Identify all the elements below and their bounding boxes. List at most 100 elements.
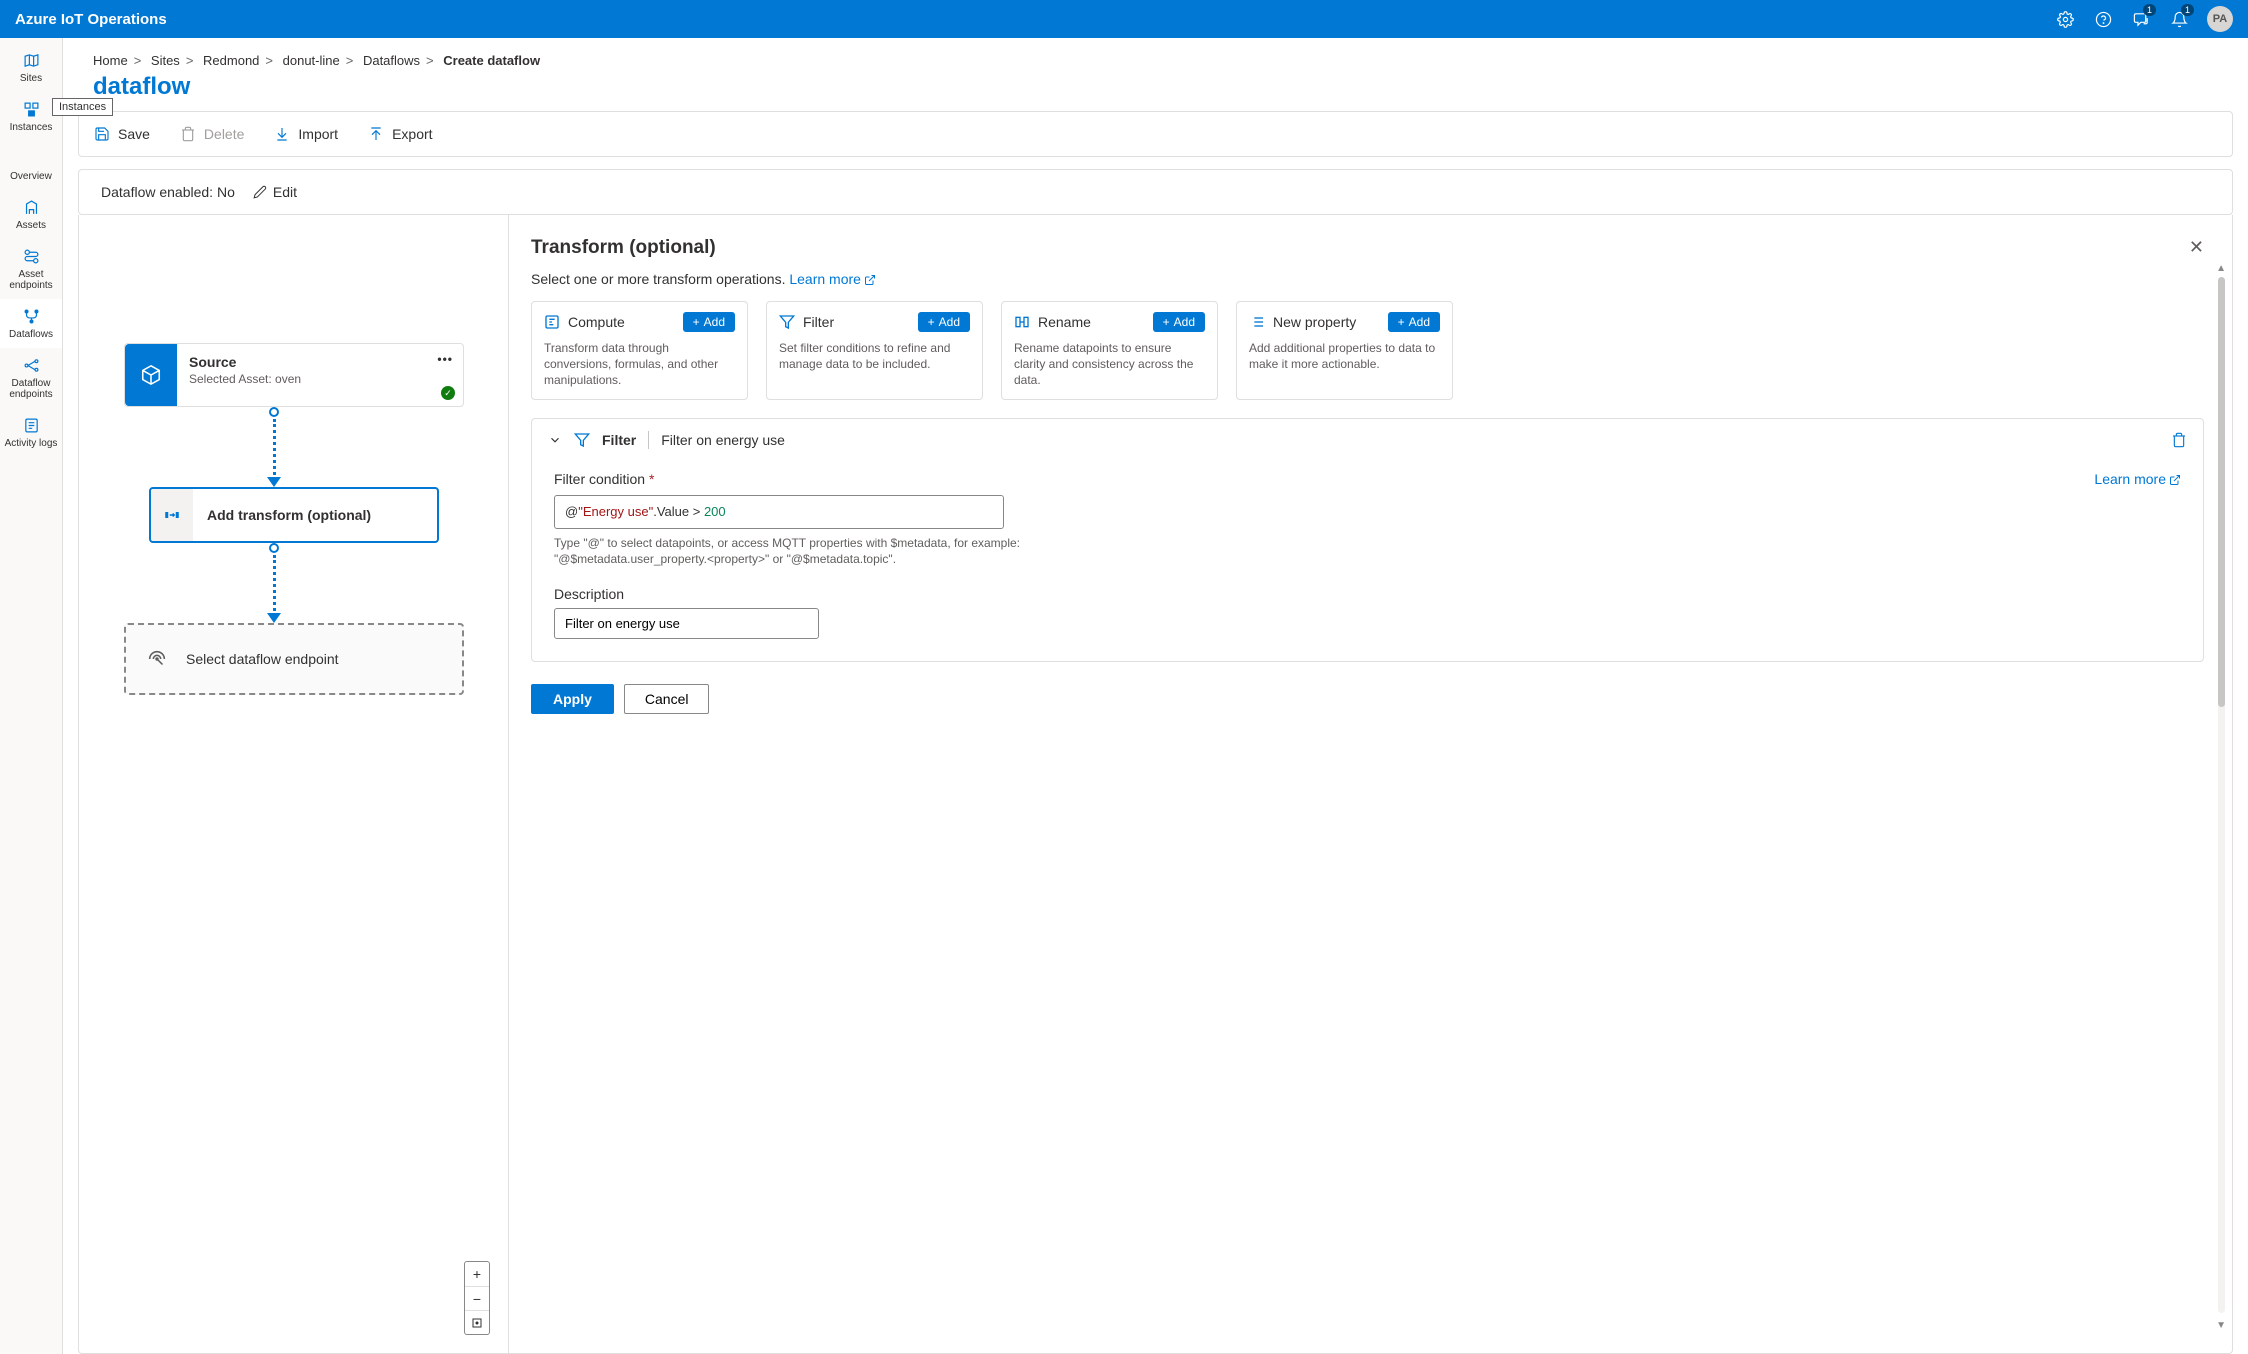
source-node-menu[interactable]: ••• xyxy=(437,352,453,366)
source-icon-box xyxy=(125,344,177,406)
avatar[interactable]: PA xyxy=(2207,6,2233,32)
dataflow-endpoint-icon xyxy=(22,356,40,374)
compute-add-button[interactable]: + Add xyxy=(683,312,735,332)
newprop-add-button[interactable]: + Add xyxy=(1388,312,1440,332)
canvas-pane: Source Selected Asset: oven ••• ✓ Add tr… xyxy=(79,215,509,1353)
bc-sites[interactable]: Sites xyxy=(151,53,180,68)
rename-card: Rename+ Add Rename datapoints to ensure … xyxy=(1001,301,1218,400)
rail-dataflow-endpoints[interactable]: Dataflow endpoints xyxy=(0,348,62,408)
filter-condition-input[interactable]: @"Energy use".Value > 200 xyxy=(554,495,1004,529)
transform-icon-box xyxy=(151,489,193,541)
trash-icon xyxy=(180,126,196,142)
export-button[interactable]: Export xyxy=(368,126,432,142)
breadcrumb: Home> Sites> Redmond> donut-line> Datafl… xyxy=(63,38,2248,73)
connector-2 xyxy=(264,543,284,623)
source-body: Source Selected Asset: oven xyxy=(177,344,463,406)
header-icons: 1 1 PA xyxy=(2055,6,2233,32)
endpoint-icon xyxy=(22,247,40,265)
description-label: Description xyxy=(554,586,2181,602)
asset-icon xyxy=(22,198,40,216)
gear-icon[interactable] xyxy=(2055,9,2075,29)
scroll-up-icon[interactable]: ▲ xyxy=(2216,263,2226,274)
filter-icon xyxy=(574,432,590,448)
rail-activity-logs[interactable]: Activity logs xyxy=(0,408,62,457)
bc-dataflows[interactable]: Dataflows xyxy=(363,53,420,68)
rail-dataflows[interactable]: Dataflows xyxy=(0,299,62,348)
pencil-icon xyxy=(253,185,267,199)
rename-add-button[interactable]: + Add xyxy=(1153,312,1205,332)
source-node-title: Source xyxy=(189,354,451,370)
zoom-out-button[interactable]: − xyxy=(465,1286,489,1310)
bc-current: Create dataflow xyxy=(443,53,540,68)
rename-icon xyxy=(1014,314,1030,330)
chevron-down-icon[interactable] xyxy=(548,433,562,447)
panel-subtitle: Select one or more transform operations.… xyxy=(531,271,2204,287)
cancel-button[interactable]: Cancel xyxy=(624,684,710,714)
destination-node[interactable]: Select dataflow endpoint xyxy=(124,623,464,695)
panel-title: Transform (optional) xyxy=(531,237,2204,259)
app-body: Sites InstancesInstances Overview Assets… xyxy=(0,38,2248,1354)
rail-overview[interactable]: Overview xyxy=(0,141,62,190)
compute-card: Compute+ Add Transform data through conv… xyxy=(531,301,748,400)
bc-home[interactable]: Home xyxy=(93,53,128,68)
external-link-icon xyxy=(864,274,876,286)
rail-instances[interactable]: InstancesInstances xyxy=(0,92,62,141)
zoom-controls: + − xyxy=(464,1261,490,1335)
transform-node-label: Add transform (optional) xyxy=(193,489,437,541)
external-link-icon xyxy=(2169,474,2181,486)
description-input[interactable] xyxy=(554,608,819,639)
import-button[interactable]: Import xyxy=(274,126,338,142)
list-icon xyxy=(1249,314,1265,330)
delete-filter-button[interactable] xyxy=(2171,432,2187,448)
rail-sites[interactable]: Sites xyxy=(0,43,62,92)
bc-donut[interactable]: donut-line xyxy=(283,53,340,68)
toolbar: Save Delete Import Export xyxy=(78,111,2233,157)
bc-redmond[interactable]: Redmond xyxy=(203,53,259,68)
filter-add-button[interactable]: + Add xyxy=(918,312,970,332)
bell-icon[interactable]: 1 xyxy=(2169,9,2189,29)
filter-desc: Set filter conditions to refine and mana… xyxy=(779,340,970,372)
source-node[interactable]: Source Selected Asset: oven ••• ✓ xyxy=(124,343,464,407)
page-title: dataflow xyxy=(63,73,2248,111)
scrollbar-thumb[interactable] xyxy=(2218,277,2225,707)
delete-button: Delete xyxy=(180,126,244,142)
save-button[interactable]: Save xyxy=(94,126,150,142)
apply-button[interactable]: Apply xyxy=(531,684,614,714)
filter-head-title: Filter xyxy=(602,432,636,448)
panel-action-row: Apply Cancel xyxy=(531,684,2204,714)
newprop-card: New property+ Add Add additional propert… xyxy=(1236,301,1453,400)
filter-condition-label: Filter condition * xyxy=(554,471,654,487)
filter-config-header: Filter Filter on energy use xyxy=(532,419,2203,461)
zoom-fit-button[interactable] xyxy=(465,1310,489,1334)
rail-assets[interactable]: Assets xyxy=(0,190,62,239)
feedback-icon[interactable]: 1 xyxy=(2131,9,2151,29)
floppy-icon xyxy=(94,126,110,142)
map-pin-icon xyxy=(22,51,40,69)
filter-config-block: Filter Filter on energy use Filter condi… xyxy=(531,418,2204,663)
upload-icon xyxy=(368,126,384,142)
filter-learn-more-link[interactable]: Learn more xyxy=(2094,471,2181,487)
close-icon[interactable]: ✕ xyxy=(2189,237,2204,258)
filter-head-sub: Filter on energy use xyxy=(661,432,785,448)
app-title: Azure IoT Operations xyxy=(15,11,167,28)
content-split: Source Selected Asset: oven ••• ✓ Add tr… xyxy=(78,215,2233,1354)
bell-badge: 1 xyxy=(2181,4,2194,16)
cube-icon xyxy=(140,364,162,386)
left-rail: Sites InstancesInstances Overview Assets… xyxy=(0,38,63,1354)
transform-node[interactable]: Add transform (optional) xyxy=(149,487,439,543)
instances-tooltip: Instances xyxy=(52,98,113,116)
filter-condition-hint: Type "@" to select datapoints, or access… xyxy=(554,535,1094,569)
filter-card: Filter+ Add Set filter conditions to ref… xyxy=(766,301,983,400)
dataflow-icon xyxy=(22,307,40,325)
header-bar: Azure IoT Operations 1 1 PA xyxy=(0,0,2248,38)
main-area: Home> Sites> Redmond> donut-line> Datafl… xyxy=(63,38,2248,1354)
rail-asset-endpoints[interactable]: Asset endpoints xyxy=(0,239,62,299)
operation-cards: Compute+ Add Transform data through conv… xyxy=(531,301,2204,400)
check-icon: ✓ xyxy=(441,386,455,400)
scroll-down-icon[interactable]: ▼ xyxy=(2216,1320,2226,1331)
edit-status-button[interactable]: Edit xyxy=(253,184,297,200)
learn-more-link[interactable]: Learn more xyxy=(789,271,876,287)
help-icon[interactable] xyxy=(2093,9,2113,29)
zoom-in-button[interactable]: + xyxy=(465,1262,489,1286)
source-node-subtitle: Selected Asset: oven xyxy=(189,372,451,386)
